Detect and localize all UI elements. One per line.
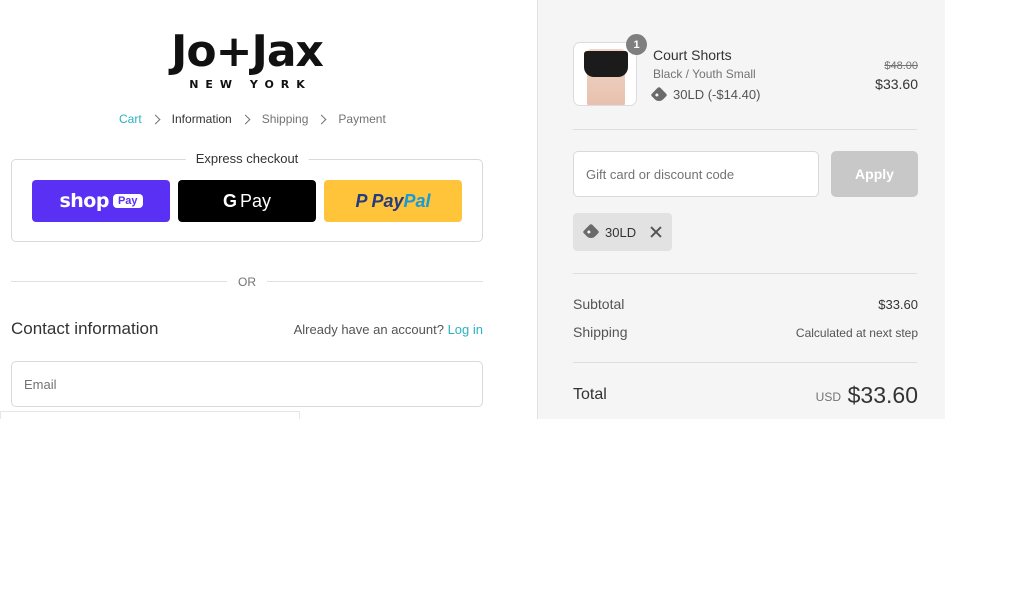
logo-tagline: NEW YORK (189, 78, 312, 91)
breadcrumb-payment: Payment (338, 112, 386, 126)
newsletter-option[interactable] (0, 411, 300, 419)
summary-divider (573, 129, 917, 130)
express-checkout: Express checkout shop Pay G Pay P Pay Pa… (11, 151, 483, 242)
subtotal-value: $33.60 (878, 297, 918, 312)
product-price: $33.60 (875, 76, 918, 92)
apply-button[interactable]: Apply (831, 151, 918, 197)
product-discount-text: 30LD (-$14.40) (673, 87, 761, 102)
account-prompt-text: Already have an account? (293, 322, 444, 337)
product-discount: 30LD (-$14.40) (650, 86, 761, 103)
paypal-button[interactable]: P Pay Pal (324, 180, 462, 222)
product-variant: Black / Youth Small (653, 67, 756, 81)
or-divider-text: OR (238, 275, 256, 289)
divider-left (11, 281, 227, 282)
email-placeholder: Email (24, 376, 57, 392)
breadcrumb-cart[interactable]: Cart (119, 112, 142, 126)
contact-title: Contact information (11, 319, 159, 338)
checkout-page: Jo+Jax NEW YORK Cart Information Shippin… (0, 0, 945, 419)
shop-pay-pill: Pay (112, 194, 143, 208)
google-pay-label: Pay (239, 190, 272, 211)
checkout-main-column: Jo+Jax NEW YORK Cart Information Shippin… (0, 0, 537, 419)
store-logo[interactable]: Jo+Jax NEW YORK (130, 26, 364, 92)
chevron-right-icon (150, 114, 161, 124)
divider-right (267, 281, 483, 282)
summary-divider (573, 273, 917, 274)
applied-discount-chip: 30LD (573, 213, 672, 251)
paypal-label-pal: Pal (403, 190, 431, 211)
google-icon: G (222, 190, 237, 211)
total-currency: USD (815, 390, 841, 404)
paypal-icon: P (355, 190, 368, 211)
email-field[interactable]: Email (11, 361, 483, 407)
chevron-right-icon (240, 114, 251, 124)
product-thumbnail (573, 42, 637, 106)
google-pay-button[interactable]: G Pay (178, 180, 316, 222)
product-image-shorts (584, 51, 628, 77)
breadcrumb-shipping: Shipping (261, 112, 309, 126)
total-label: Total (573, 386, 607, 403)
summary-divider (573, 362, 917, 363)
product-name: Court Shorts (653, 47, 732, 63)
order-summary: 1 Court Shorts Black / Youth Small 30LD … (537, 0, 945, 419)
discount-code-input[interactable]: Gift card or discount code (573, 151, 819, 197)
account-prompt: Already have an account? Log in (294, 322, 483, 337)
shop-pay-logo: shop (59, 190, 109, 212)
product-original-price: $48.00 (884, 60, 918, 72)
breadcrumb: Cart Information Shipping Payment (119, 112, 386, 126)
breadcrumb-information: Information (171, 112, 232, 126)
tag-icon (582, 223, 600, 241)
discount-code-placeholder: Gift card or discount code (586, 166, 735, 182)
applied-discount-code: 30LD (605, 224, 637, 240)
login-link[interactable]: Log in (448, 322, 483, 337)
subtotal-label: Subtotal (573, 296, 625, 312)
shipping-value: Calculated at next step (795, 326, 918, 340)
paypal-label-pay: Pay (371, 190, 404, 211)
total-value: $33.60 (847, 382, 918, 408)
shop-pay-button[interactable]: shop Pay (32, 180, 170, 222)
chevron-right-icon (316, 114, 327, 124)
close-icon[interactable] (650, 226, 662, 238)
shipping-label: Shipping (573, 324, 628, 340)
quantity-badge: 1 (626, 34, 647, 55)
tag-icon (650, 86, 668, 103)
express-checkout-title: Express checkout (185, 151, 309, 166)
logo-wordmark: Jo+Jax (171, 26, 324, 77)
